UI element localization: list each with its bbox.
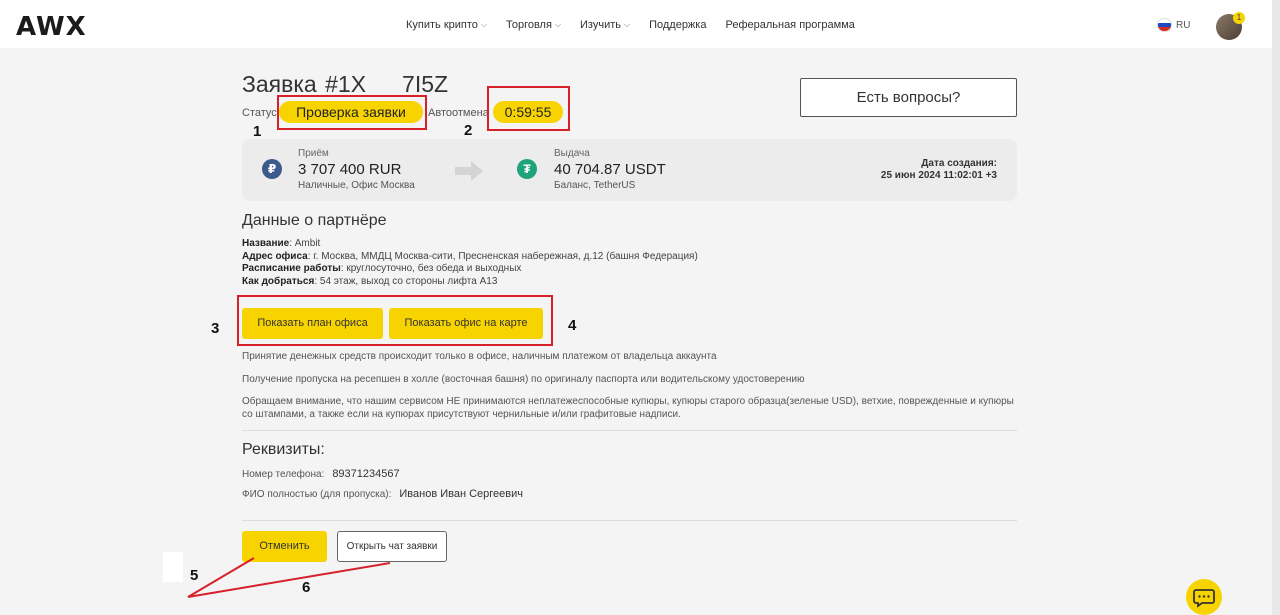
annotation-number: 6 [302,579,311,596]
chat-bubble-icon [1193,589,1215,608]
annotation-arrows [187,557,391,598]
support-chat-button[interactable] [1186,579,1222,615]
annotation-number: 5 [190,567,199,584]
page-scrollbar[interactable] [1272,0,1280,615]
